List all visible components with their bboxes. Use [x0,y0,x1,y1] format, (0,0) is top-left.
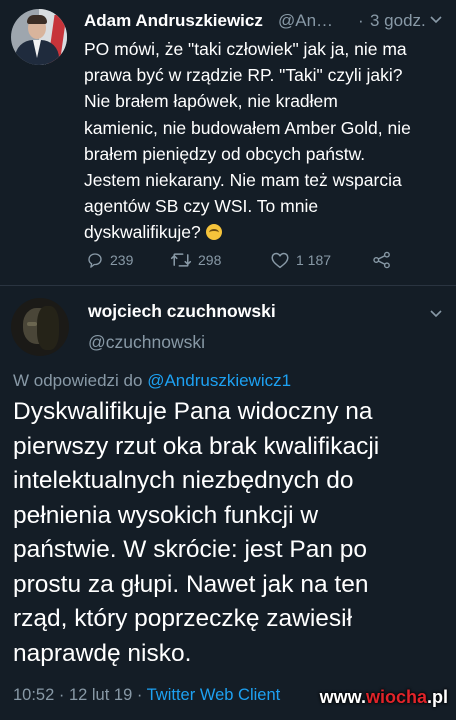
retweet-count: 298 [198,252,222,268]
reply-mention-link[interactable]: @Andruszkiewicz1 [147,371,291,390]
tweet-text-line: Nie brałem łapówek, nie kradłem [84,91,338,112]
tweet-meta: 10:52 · 12 lut 19 · Twitter Web Client [13,686,280,705]
tweet-time[interactable]: 3 godz. [370,11,426,31]
share-icon [373,251,390,269]
twitter-screen: Adam Andruszkiewicz @An… · 3 godz. PO mó… [0,0,456,720]
like-button[interactable]: 1 187 [270,249,331,271]
reply-context: W odpowiedzi do @Andruszkiewicz1 [13,371,291,391]
tweet-text-line: brałem pieniędzy od obcych państw. [84,143,366,164]
reply-count: 239 [110,252,134,268]
tweet-text-line: kamienic, nie budowałem Amber Gold, nie [84,117,411,138]
tweet-text-line: naprawdę nisko. [13,639,192,667]
reply-button[interactable]: 239 [86,249,133,271]
watermark: www.wiocha.pl [320,687,448,708]
tweet-text-line: prostu za głupi. Nawet jak na ten [13,570,369,598]
avatar[interactable] [11,9,67,65]
tweet-actions: 239 298 1 187 [84,249,404,271]
author-name[interactable]: Adam Andruszkiewicz [84,11,263,31]
share-button[interactable] [372,249,392,271]
heart-icon [271,252,289,269]
tweet-text-line: prawa być w rządzie RP. "Taki" czyli jak… [84,65,403,86]
tweet-text-line: rząd, który poprzeczkę zawiesił [13,605,353,632]
chevron-down-icon[interactable] [430,310,442,318]
divider [0,285,456,286]
tweet-text-line: intelektualnych niezbędnych do [13,467,354,494]
author-name[interactable]: wojciech czuchnowski [88,301,276,322]
watermark-suffix: .pl [427,687,448,707]
retweet-icon [170,253,192,267]
retweet-button[interactable]: 298 [170,249,221,271]
tweet-text: Dyskwalifikuje Pana widoczny na pierwszy… [13,395,451,671]
chevron-down-icon[interactable] [430,16,442,24]
tweet-original[interactable]: Adam Andruszkiewicz @An… · 3 godz. PO mó… [0,0,456,284]
tweet-text-line: państwie. W skrócie: jest Pan po [13,536,368,563]
tweet-text-line: agentów SB czy WSI. To mnie [84,196,319,217]
tweet-timestamp[interactable]: 10:52 · 12 lut 19 · [13,686,142,704]
upside-down-face-emoji-icon [205,224,222,241]
watermark-prefix: www. [319,687,366,707]
tweet-text: PO mówi, że "taki człowiek" jak ja, nie … [84,36,450,246]
author-handle[interactable]: @An… [278,11,333,31]
watermark-brand: wiocha [365,687,427,707]
tweet-text-line: Jestem niekarany. Nie mam też wsparcia [84,170,402,191]
separator-dot: · [358,11,364,30]
reply-prefix: W odpowiedzi do [13,371,143,390]
tweet-text-line: dyskwalifikuje? [84,219,450,245]
reply-icon [88,253,102,268]
tweet-text-line: Dyskwalifikuje Pana widoczny na [13,398,373,425]
tweet-text-line: pełnienia wysokich funkcji w [13,501,319,529]
avatar[interactable] [11,298,69,356]
tweet-text-line: PO mówi, że "taki człowiek" jak ja, nie … [84,39,407,59]
like-count: 1 187 [296,252,332,268]
client-link[interactable]: Twitter Web Client [147,686,281,704]
tweet-text-line: pierwszy rzut oka brak kwalifikacji [13,432,380,460]
tweet-text-fragment: dyskwalifikuje? [84,222,201,243]
author-handle[interactable]: @czuchnowski [88,332,205,353]
